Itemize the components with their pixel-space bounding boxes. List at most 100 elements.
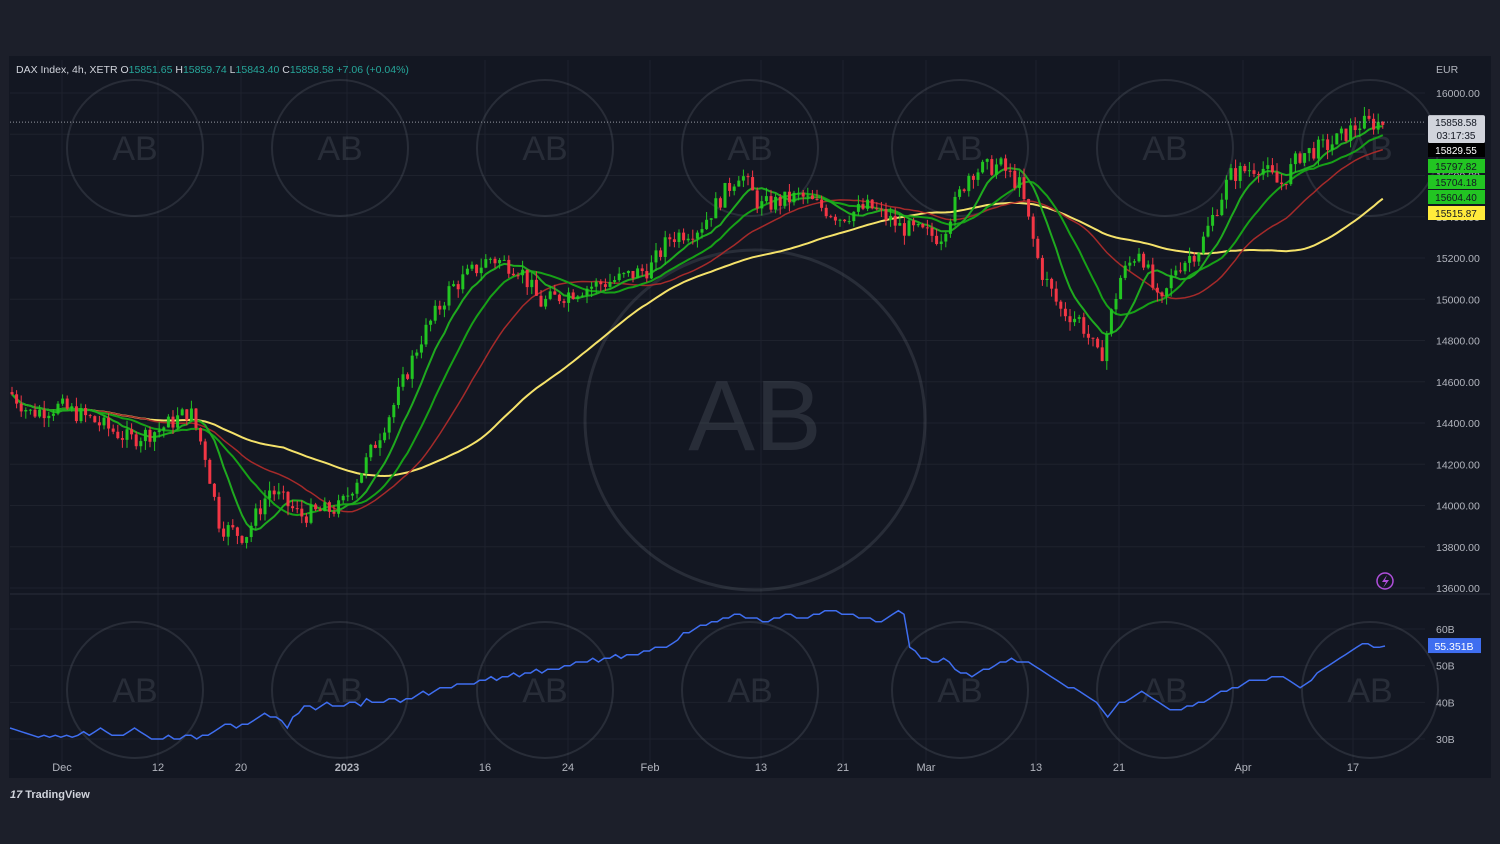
candle-body [608,281,612,287]
symbol-label: DAX Index, 4h, XETR [16,64,118,76]
candle-body [452,284,456,287]
candle-body [1188,256,1192,263]
candle-body [1358,128,1362,131]
candle-body [1206,225,1210,237]
candle-body [751,177,755,191]
candle-body [1151,264,1155,288]
candle-body [682,232,686,241]
candle-body [935,235,939,245]
time-tick-label: 21 [837,762,849,774]
candle-body [240,535,244,543]
candle-body [967,175,971,192]
candle-body [1330,144,1334,150]
candle-body [1091,337,1095,339]
candle-body [493,258,497,264]
candle-body [516,275,520,277]
price-chart[interactable]: ABABABABABABABABABABABABABABAB 16000.001… [0,0,1500,844]
candle-body [718,198,722,208]
candle-body [1174,270,1178,276]
candle-body [1100,347,1104,362]
tradingview-label: TradingView [25,789,90,801]
candle-body [93,416,97,423]
candle-body [470,264,474,269]
candle-body [291,506,295,509]
candle-body [1050,278,1054,289]
watermark-text-large: AB [688,360,821,472]
candle-body [976,172,980,180]
candle-body [870,199,874,209]
candle-body [1169,275,1173,289]
time-tick-label: 20 [235,762,247,774]
candle-body [728,183,732,191]
candle-body [507,259,511,274]
candle-body [235,527,239,536]
candle-body [38,409,42,417]
candle-body [24,410,28,412]
candle-body [912,220,916,226]
candle-body [1215,214,1219,216]
candle-body [1298,153,1302,163]
price-tick-label: 13600.00 [1436,583,1480,595]
candle-body [567,292,571,303]
candle-body [1082,317,1086,334]
candle-body [1243,165,1247,172]
candle-body [456,284,460,290]
candle-body [360,473,364,483]
candle-body [1307,148,1311,154]
candle-body [1372,118,1376,130]
candle-body [134,434,138,447]
candle-body [341,495,345,501]
candle-body [401,374,405,387]
candle-body [88,415,92,417]
candle-body [843,219,847,222]
candle-body [1132,261,1136,263]
candle-body [65,398,69,409]
time-tick-label: 17 [1347,762,1359,774]
time-tick-label: Apr [1234,762,1251,774]
candle-body [884,208,888,221]
candle-body [806,195,810,197]
candle-body [424,324,428,345]
candle-body [879,208,883,210]
candle-body [1036,238,1040,258]
candle-body [1165,288,1169,297]
candle-body [1077,317,1081,319]
candle-body [764,196,768,202]
candle-body [999,158,1003,165]
candle-body [1326,139,1330,150]
candle-body [939,241,943,245]
candle-body [79,408,83,422]
candle-body [1201,236,1205,254]
candle-body [162,427,166,431]
candle-body [392,404,396,418]
candle-body [829,216,833,218]
candle-body [97,422,101,426]
candle-body [921,223,925,228]
candle-body [746,176,750,178]
candle-body [1349,125,1353,141]
candle-body [755,190,759,209]
candle-body [263,498,267,515]
candle-body [820,199,824,208]
price-tick-label: 14800.00 [1436,336,1480,348]
candle-body [1316,139,1320,159]
candle-body [281,491,285,493]
price-tag-text: 15829.55 [1435,146,1477,157]
candle-body [1224,179,1228,200]
candle-body [631,270,635,279]
candle-body [1086,333,1090,338]
candle-body [1339,128,1343,134]
tradingview-logo[interactable]: 17 TradingView [10,789,90,801]
watermark-text: AB [112,130,157,168]
candle-body [125,429,129,440]
candle-body [1096,338,1100,348]
candle-body [1247,170,1251,172]
candle-body [732,186,736,191]
candle-body [861,204,865,209]
watermark-text: AB [1347,130,1392,168]
candle-body [314,504,318,510]
candle-body [74,406,78,422]
time-tick-label: Mar [917,762,936,774]
candle-body [672,239,676,242]
candle-body [962,189,966,192]
